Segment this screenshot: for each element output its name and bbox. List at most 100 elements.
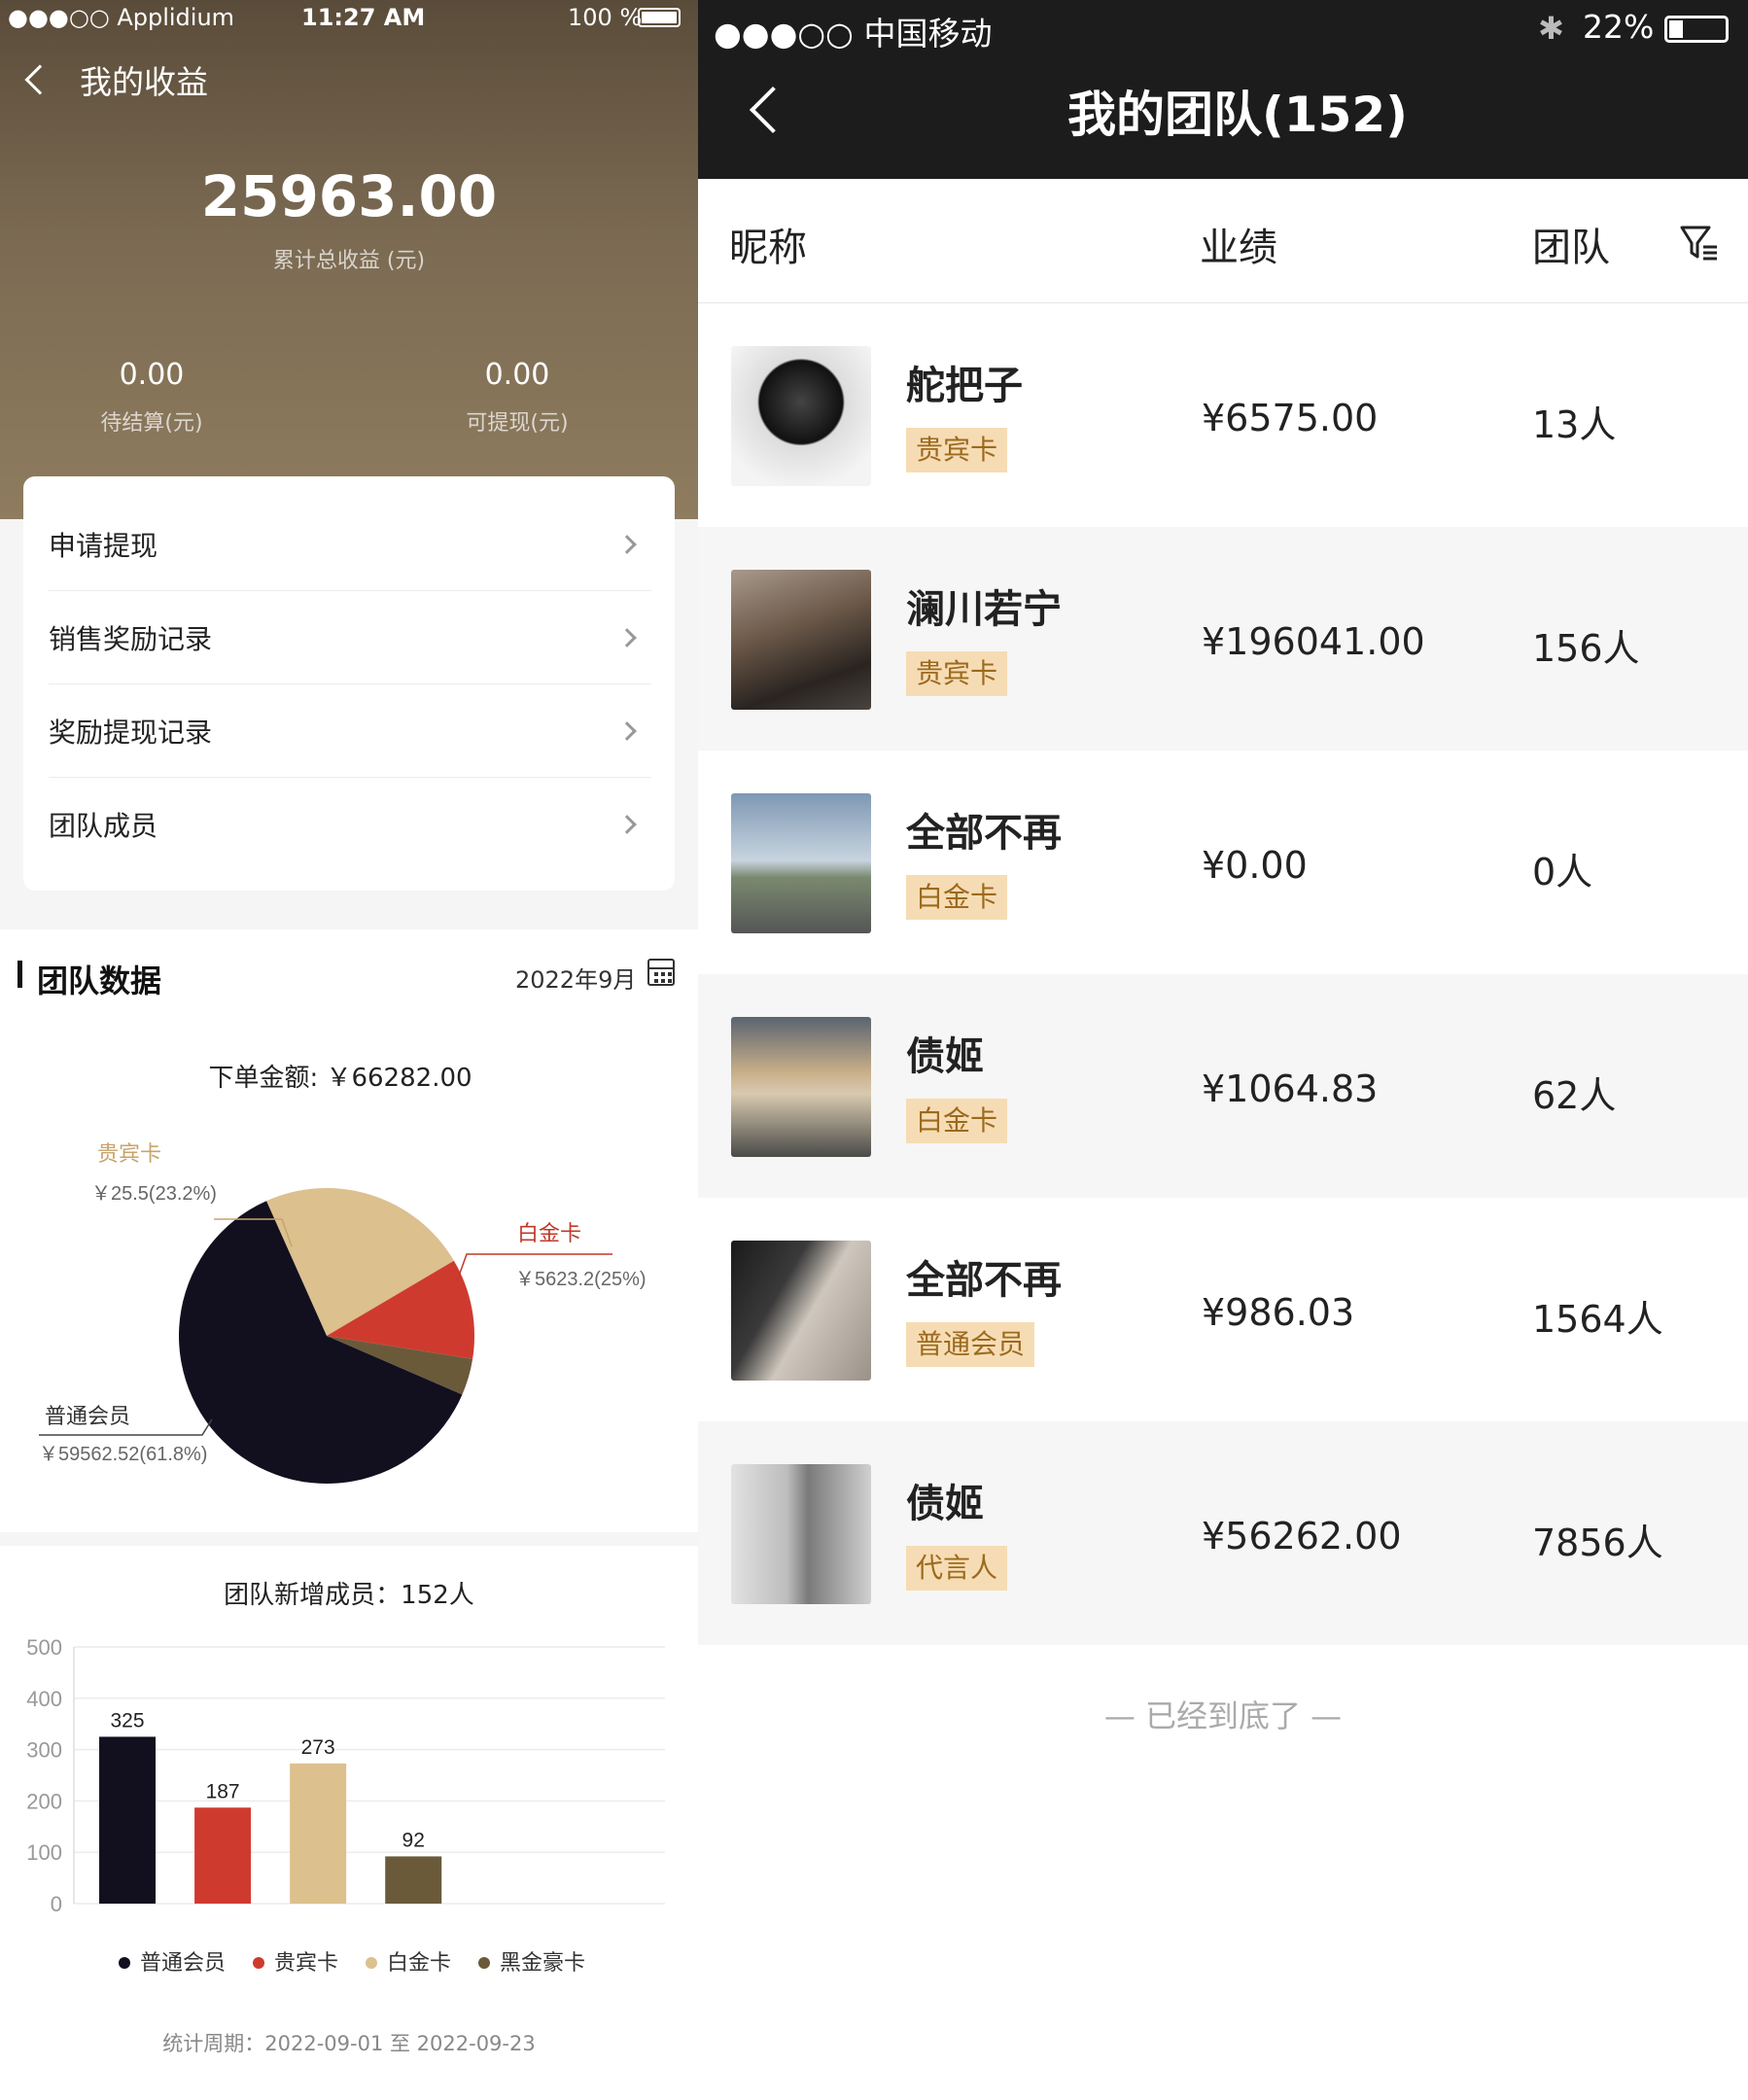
menu-card: 申请提现 销售奖励记录 奖励提现记录 团队成员 xyxy=(23,476,675,891)
carrier-label: ●●●○○ Applidium xyxy=(8,4,235,31)
bar-value-label: 273 xyxy=(301,1736,335,1759)
pie-chart: 贵宾卡 ￥25.5(23.2%) 白金卡 ￥5623.2(25%) 普通会员 ￥… xyxy=(39,1141,647,1484)
pie-label-value: ￥25.5(23.2%) xyxy=(91,1183,217,1205)
total-earnings-label: 累计总收益 (元) xyxy=(272,249,426,273)
avatar xyxy=(731,1017,871,1157)
statistics-period: 统计周期：2022-09-01 至 2022-09-23 xyxy=(162,2032,536,2055)
pie-label-value: ￥59562.52(61.8%) xyxy=(39,1444,207,1465)
battery-label: 100 % xyxy=(568,4,643,31)
battery-icon xyxy=(638,8,681,27)
avatar xyxy=(731,570,871,710)
y-tick-label: 400 xyxy=(26,1687,62,1711)
avatar xyxy=(731,1464,871,1604)
team-header: ●●●○○ 中国移动 ✱ 22% 我的团队(152) xyxy=(698,0,1748,179)
member-level-badge: 代言人 xyxy=(906,1546,1008,1591)
y-tick-label: 200 xyxy=(26,1789,62,1813)
member-level-badge: 白金卡 xyxy=(906,875,1008,920)
table-header: 昵称 业绩 团队 xyxy=(698,179,1748,303)
new-members-section: 团队新增成员：152人 500 400 300 200 100 0 325 187 273 92 普… xyxy=(0,1546,698,2100)
pending-label: 待结算(元) xyxy=(100,411,203,436)
withdrawable-label: 可提现(元) xyxy=(466,411,569,436)
earnings-screen: ●●●○○ Applidium 11:27 AM 100 % 我的收益 2596… xyxy=(0,0,698,2100)
member-level-badge: 贵宾卡 xyxy=(906,651,1008,696)
back-arrow-icon[interactable] xyxy=(24,64,55,95)
pie-label-name: 白金卡 xyxy=(517,1221,581,1245)
column-header-nickname: 昵称 xyxy=(729,226,807,270)
bluetooth-icon: ✱ xyxy=(1538,10,1564,47)
withdrawable-stat: 0.00 可提现(元) xyxy=(371,358,663,437)
y-tick-label: 300 xyxy=(26,1738,62,1763)
menu-item-label: 团队成员 xyxy=(49,810,158,842)
pie-label-name: 普通会员 xyxy=(45,1404,130,1428)
member-name: 舵把子 xyxy=(906,364,1023,408)
chevron-right-icon xyxy=(617,627,637,648)
chevron-right-icon xyxy=(617,815,637,834)
team-screen: ●●●○○ 中国移动 ✱ 22% 我的团队(152) 昵称 业绩 团队 舵把子 … xyxy=(698,0,1748,2100)
bar-2 xyxy=(290,1763,347,1904)
avatar xyxy=(731,793,871,933)
team-member-row[interactable]: 债姬 白金卡 ¥1064.83 62人 xyxy=(698,974,1748,1198)
y-tick-label: 100 xyxy=(26,1840,62,1865)
legend-label: 贵宾卡 xyxy=(274,1950,338,1975)
pending-value: 0.00 xyxy=(119,358,185,392)
pie-label-value: ￥5623.2(25%) xyxy=(515,1269,647,1290)
menu-item-team-members[interactable]: 团队成员 xyxy=(49,778,651,871)
bar-3 xyxy=(385,1856,442,1904)
member-team-count: 156人 xyxy=(1532,627,1640,670)
pending-stat: 0.00 待结算(元) xyxy=(6,358,297,437)
end-of-list-note: — 已经到底了 — xyxy=(1103,1698,1343,1734)
menu-item-sales-reward-records[interactable]: 销售奖励记录 xyxy=(49,591,651,684)
menu-item-apply-withdraw[interactable]: 申请提现 xyxy=(49,498,651,591)
menu-item-label: 销售奖励记录 xyxy=(49,622,213,655)
member-performance: ¥986.03 xyxy=(1202,1291,1355,1334)
page-title: 我的收益 xyxy=(80,63,208,101)
member-name: 债姬 xyxy=(906,1034,984,1079)
menu-item-withdraw-records[interactable]: 奖励提现记录 xyxy=(49,684,651,778)
member-name: 全部不再 xyxy=(906,1258,1062,1303)
member-name: 澜川若宁 xyxy=(906,587,1062,632)
member-level-badge: 普通会员 xyxy=(906,1322,1035,1367)
filter-icon[interactable] xyxy=(1680,224,1719,262)
team-member-row[interactable]: 债姬 代言人 ¥56262.00 7856人 xyxy=(698,1421,1748,1645)
member-performance: ¥1064.83 xyxy=(1202,1068,1379,1110)
column-header-performance: 业绩 xyxy=(1200,226,1277,270)
team-member-row[interactable]: 全部不再 普通会员 ¥986.03 1564人 xyxy=(698,1198,1748,1421)
battery-label: 22% xyxy=(1583,8,1655,46)
page-title: 我的团队(152) xyxy=(1066,87,1409,143)
member-team-count: 1564人 xyxy=(1532,1298,1663,1341)
avatar xyxy=(731,346,871,486)
member-team-count: 62人 xyxy=(1532,1074,1617,1117)
team-member-row[interactable]: 全部不再 白金卡 ¥0.00 0人 xyxy=(698,751,1748,974)
chevron-right-icon xyxy=(617,534,637,554)
member-performance: ¥196041.00 xyxy=(1202,620,1425,663)
legend-label: 普通会员 xyxy=(140,1950,226,1975)
bar-1 xyxy=(194,1807,252,1904)
withdrawable-value: 0.00 xyxy=(484,358,550,392)
avatar xyxy=(731,1241,871,1381)
menu-item-label: 奖励提现记录 xyxy=(49,716,213,749)
bar-value-label: 325 xyxy=(111,1709,145,1732)
member-team-count: 13人 xyxy=(1532,403,1617,446)
menu-item-label: 申请提现 xyxy=(49,529,158,562)
team-data-section: 团队数据 2022年9月 下单金额: ￥66282.00 贵宾卡 ￥25.5(2… xyxy=(0,929,698,1532)
member-performance: ¥0.00 xyxy=(1202,844,1308,887)
chevron-right-icon xyxy=(617,720,637,741)
member-performance: ¥56262.00 xyxy=(1202,1515,1402,1558)
battery-icon xyxy=(1664,16,1729,43)
bar-0 xyxy=(99,1736,157,1904)
team-member-row[interactable]: 舵把子 贵宾卡 ¥6575.00 13人 xyxy=(698,303,1748,527)
y-tick-label: 0 xyxy=(51,1892,62,1916)
status-bar: ●●●○○ Applidium 11:27 AM 100 % xyxy=(0,0,698,35)
total-earnings-value: 25963.00 xyxy=(200,163,498,229)
column-header-team: 团队 xyxy=(1532,226,1610,270)
member-name: 债姬 xyxy=(906,1482,984,1526)
bar-chart: 500 400 300 200 100 0 325 187 273 92 普通会员 贵宾卡 白金卡 黑金豪… xyxy=(26,1635,665,1975)
bar-value-label: 92 xyxy=(402,1829,425,1851)
legend-marker xyxy=(478,1957,490,1969)
earnings-header: ●●●○○ Applidium 11:27 AM 100 % 我的收益 2596… xyxy=(0,0,698,519)
legend-label: 黑金豪卡 xyxy=(500,1950,585,1975)
member-level-badge: 贵宾卡 xyxy=(906,428,1008,472)
team-member-row[interactable]: 澜川若宁 贵宾卡 ¥196041.00 156人 xyxy=(698,527,1748,751)
y-tick-label: 500 xyxy=(26,1635,62,1660)
legend-marker xyxy=(253,1957,264,1969)
